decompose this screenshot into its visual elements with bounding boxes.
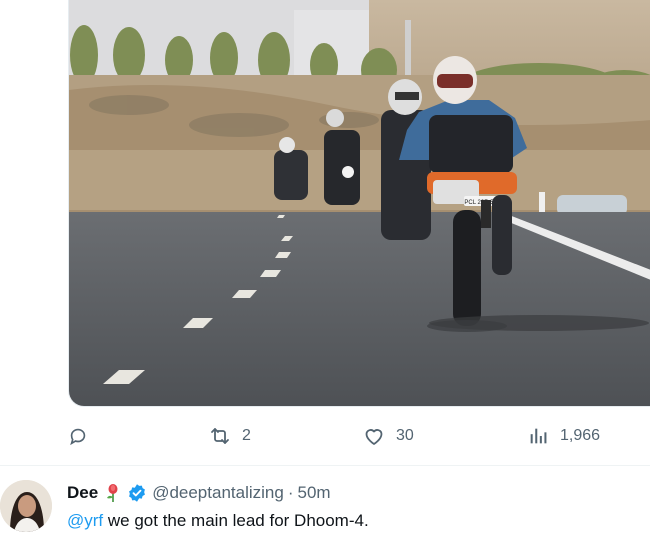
heart-icon — [362, 424, 386, 448]
tweet-photo[interactable]: PCL 20R 5356 — [68, 0, 650, 407]
reply-text: @yrf we got the main lead for Dhoom-4. — [67, 511, 369, 531]
like-button[interactable]: 30 — [362, 418, 414, 454]
views-button[interactable]: 1,966 — [526, 418, 600, 454]
tweet-action-bar: 2 30 1,966 — [0, 418, 650, 454]
reply-body: we got the main lead for Dhoom-4. — [103, 511, 369, 530]
meta-separator: · — [287, 483, 294, 502]
retweet-count: 2 — [242, 427, 251, 444]
reply-tweet[interactable]: Dee @deeptantalizing · 50m @yrf we got t… — [0, 466, 650, 540]
views-chart-icon — [526, 424, 550, 448]
mention-link[interactable]: @yrf — [67, 511, 103, 530]
like-count: 30 — [396, 427, 414, 444]
reply-button[interactable] — [66, 418, 100, 454]
timestamp[interactable]: 50m — [298, 483, 331, 503]
avatar[interactable] — [0, 480, 52, 532]
motorcycle-road-photo: PCL 20R 5356 — [69, 0, 650, 406]
retweet-button[interactable]: 2 — [208, 418, 251, 454]
user-handle[interactable]: @deeptantalizing — [152, 483, 284, 503]
retweet-icon — [208, 424, 232, 448]
verified-badge-icon — [127, 483, 147, 503]
rose-icon — [104, 483, 122, 503]
reply-header: Dee @deeptantalizing · 50m — [67, 482, 331, 504]
reply-icon — [66, 424, 90, 448]
display-name[interactable]: Dee — [67, 483, 98, 503]
views-count: 1,966 — [560, 427, 601, 444]
top-tweet: PCL 20R 5356 — [0, 0, 650, 466]
